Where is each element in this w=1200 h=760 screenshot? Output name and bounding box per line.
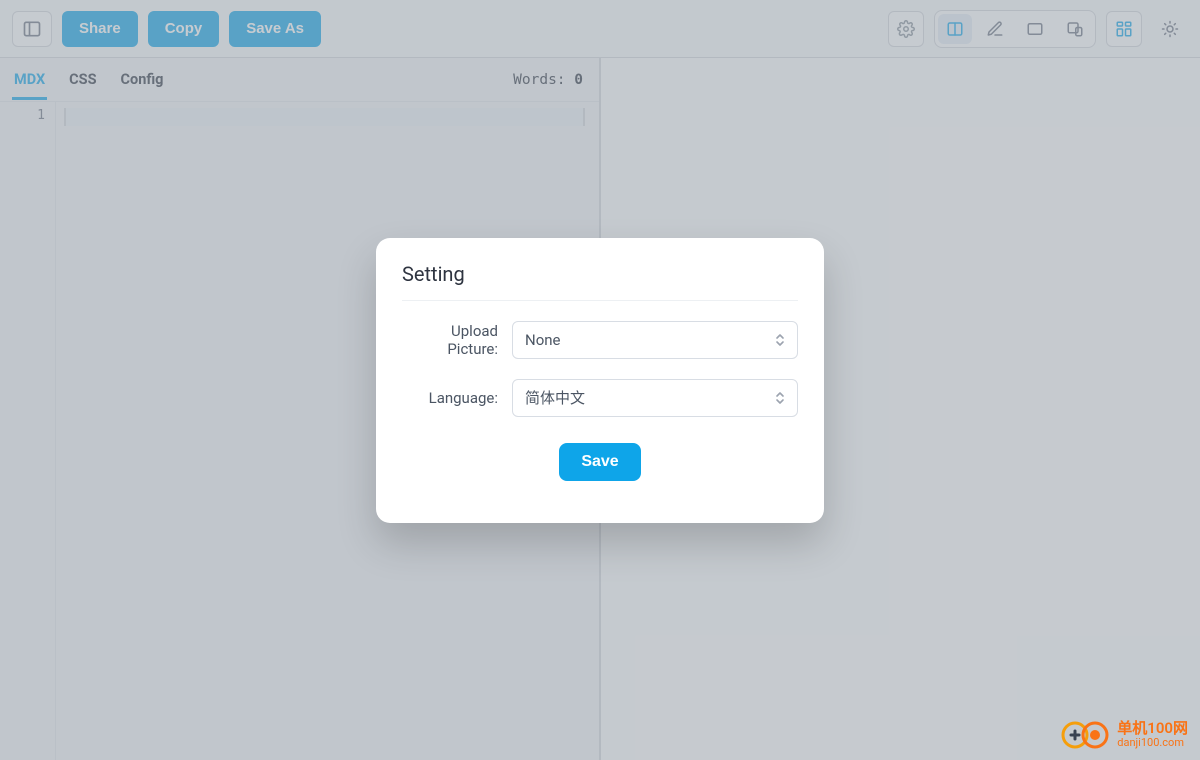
watermark: 单机100网 danji100.com (1061, 718, 1188, 752)
watermark-line2: danji100.com (1117, 737, 1188, 749)
language-label: Language: (402, 389, 498, 407)
select-caret-icon (775, 391, 785, 405)
modal-overlay[interactable]: Setting Upload Picture: None Language: 简… (0, 0, 1200, 760)
modal-save-button[interactable]: Save (559, 443, 640, 481)
language-select[interactable]: 简体中文 (512, 379, 798, 417)
upload-picture-select[interactable]: None (512, 321, 798, 359)
form-row-language: Language: 简体中文 (402, 379, 798, 417)
watermark-logo-icon (1061, 718, 1109, 752)
modal-actions: Save (402, 443, 798, 481)
form-row-upload: Upload Picture: None (402, 321, 798, 359)
modal-title: Setting (402, 262, 798, 301)
select-caret-icon (775, 333, 785, 347)
settings-modal: Setting Upload Picture: None Language: 简… (376, 238, 824, 523)
upload-picture-label: Upload Picture: (402, 322, 498, 358)
watermark-line1: 单机100网 (1117, 721, 1188, 737)
language-value: 简体中文 (525, 387, 585, 408)
upload-picture-value: None (525, 331, 561, 349)
